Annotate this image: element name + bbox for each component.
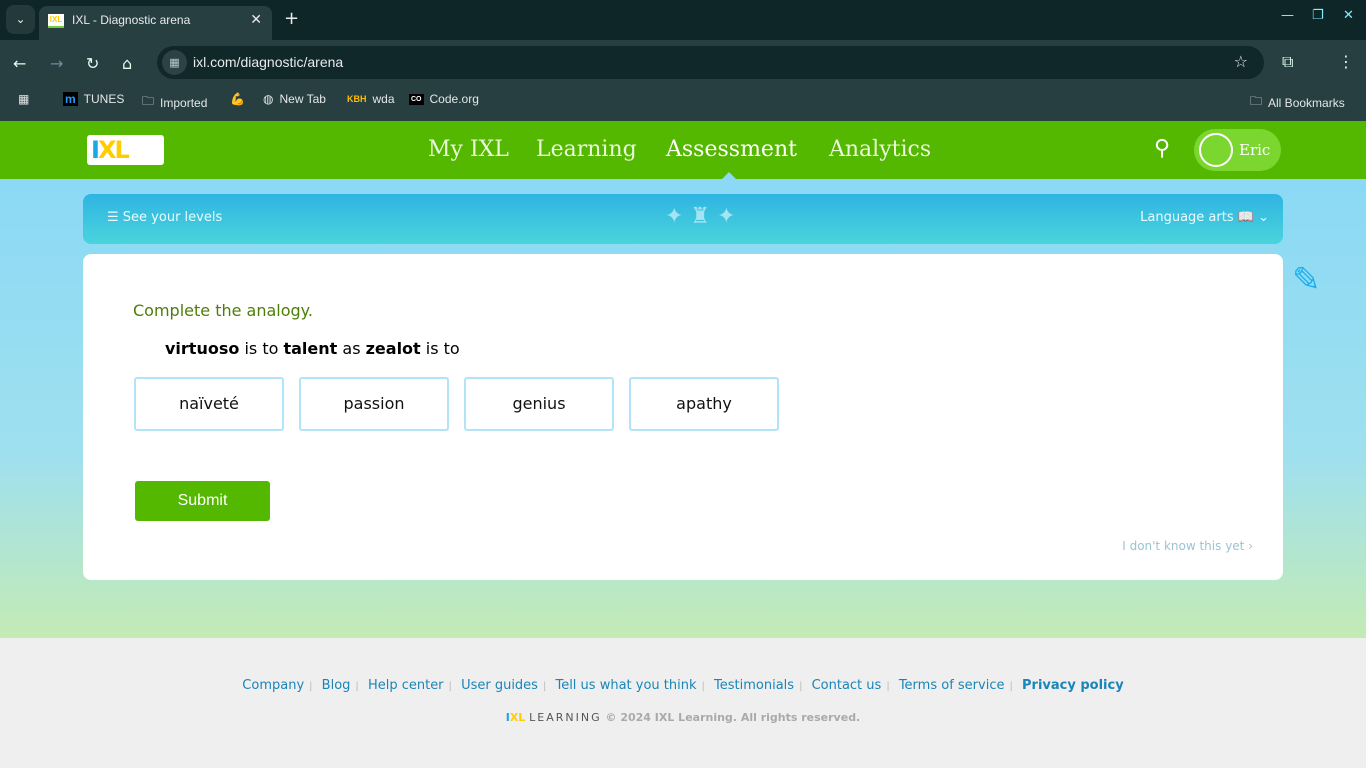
all-bookmarks[interactable]: 🗀 All Bookmarks [1250, 92, 1345, 113]
tab-title: IXL - Diagnostic arena [72, 13, 191, 27]
see-levels-button[interactable]: ☰ See your levels [107, 210, 222, 225]
ixl-footer-logo: IXL [505, 711, 526, 724]
site-info-icon[interactable]: ▦ [162, 50, 187, 75]
footer-link[interactable]: Privacy policy [1022, 678, 1124, 693]
bookmark-label: All Bookmarks [1268, 95, 1345, 110]
browser-tab[interactable]: IXL IXL - Diagnostic arena ✕ [39, 6, 272, 40]
analogy-text: virtuoso is to talent as zealot is to [165, 339, 460, 358]
dont-know-link[interactable]: I don't know this yet › [1122, 539, 1253, 553]
footer-links: Company | Blog | Help center | User guides |… [242, 678, 1124, 693]
bookmark-imported[interactable]: 🗀 Imported [142, 92, 207, 113]
menu-icon[interactable]: ⋮ [1338, 52, 1354, 71]
text: is to [420, 339, 460, 358]
reload-icon[interactable]: ↻ [86, 54, 99, 73]
arena-banner: ☰ See your levels ✦ ♜ ✦ Language arts 📖 … [83, 194, 1283, 244]
copyright-text: © 2024 IXL Learning. All rights reserved… [605, 711, 861, 724]
answer-option[interactable]: passion [299, 377, 449, 431]
text: as [337, 339, 366, 358]
user-name: Eric [1239, 141, 1271, 159]
footer-link[interactable]: Testimonials [714, 678, 794, 693]
close-tab-icon[interactable]: ✕ [250, 11, 262, 28]
sliders-icon: ☰ [107, 210, 119, 225]
avatar [1199, 133, 1233, 167]
kbh-icon: KBH [347, 94, 367, 104]
book-icon: 📖 [1237, 210, 1254, 225]
bookmark-star-icon[interactable]: ☆ [1234, 52, 1248, 71]
globe-icon: ◍ [263, 92, 274, 106]
apps-icon[interactable]: ▦ [18, 92, 29, 106]
bookmark-new-tab[interactable]: ◍ New Tab [263, 92, 326, 106]
bookmark-biceps[interactable]: 💪 [230, 92, 245, 106]
footer-link[interactable]: Tell us what you think [555, 678, 696, 693]
nav-assessment[interactable]: Assessment [666, 137, 797, 162]
m-icon: m [63, 92, 78, 106]
chevron-down-icon: ⌄ [1258, 210, 1269, 225]
new-tab-button[interactable]: + [284, 8, 299, 29]
active-nav-caret [722, 172, 736, 179]
ixl-favicon: IXL [48, 14, 64, 28]
footer-link[interactable]: Company [242, 678, 304, 693]
folder-icon: 🗀 [1250, 94, 1263, 108]
word: zealot [365, 339, 421, 358]
bookmark-label: Code.org [429, 92, 479, 106]
user-menu[interactable]: Eric [1194, 129, 1281, 171]
submit-button[interactable]: Submit [135, 481, 270, 521]
brand-text: LEARNING [529, 711, 602, 724]
code-org-icon: CO [409, 93, 424, 105]
footer-link[interactable]: User guides [461, 678, 538, 693]
bookmark-wda[interactable]: KBH wda [347, 92, 395, 106]
nav-analytics[interactable]: Analytics [829, 137, 931, 162]
answer-option[interactable]: apathy [629, 377, 779, 431]
bookmark-code-org[interactable]: CO Code.org [409, 92, 479, 106]
footer-link[interactable]: Help center [368, 678, 444, 693]
word: virtuoso [165, 339, 240, 358]
arena-castle-icon: ✦ ♜ ✦ [665, 204, 736, 229]
footer-link[interactable]: Terms of service [899, 678, 1005, 693]
question-card: Complete the analogy. virtuoso is to tal… [83, 254, 1283, 580]
bookmark-label: Imported [160, 95, 208, 110]
bookmark-label: wda [372, 92, 395, 106]
footer-link[interactable]: Contact us [812, 678, 882, 693]
word: talent [283, 339, 338, 358]
bookmark-label: New Tab [279, 92, 326, 106]
subject-dropdown[interactable]: Language arts 📖 ⌄ [1140, 210, 1269, 225]
subject-label: Language arts [1140, 210, 1234, 225]
bookmark-label: TUNES [83, 92, 125, 106]
ixl-logo[interactable]: IXL [87, 135, 164, 165]
question-prompt: Complete the analogy. [133, 301, 313, 320]
browser-toolbar: ← → ↻ ⌂ ▦ ixl.com/diagnostic/arena ☆ ⧉ ⋮… [0, 40, 1366, 121]
home-icon[interactable]: ⌂ [122, 54, 132, 73]
footer-link[interactable]: Blog [322, 678, 351, 693]
extensions-icon[interactable]: ⧉ [1282, 52, 1293, 72]
forward-icon[interactable]: → [50, 54, 63, 73]
address-bar[interactable]: ▦ ixl.com/diagnostic/arena ☆ [157, 46, 1264, 79]
text: is to [239, 339, 284, 358]
tab-search-button[interactable]: ⌄ [6, 5, 35, 34]
answer-option[interactable]: naïveté [134, 377, 284, 431]
url-text[interactable]: ixl.com/diagnostic/arena [193, 54, 343, 70]
back-icon[interactable]: ← [13, 54, 26, 73]
bookmark-tunes[interactable]: m TUNES [63, 92, 124, 106]
pencil-icon[interactable]: ✎ [1292, 260, 1321, 300]
nav-learning[interactable]: Learning [536, 137, 637, 162]
minimize-icon[interactable]: — [1281, 8, 1294, 23]
folder-icon: 🗀 [142, 94, 155, 108]
see-levels-label: See your levels [122, 210, 223, 225]
flexed-biceps-icon: 💪 [230, 92, 245, 106]
tab-strip: ⌄ IXL IXL - Diagnostic arena ✕ + — ❐ ✕ [0, 0, 1366, 40]
nav-my-ixl[interactable]: My IXL [428, 137, 509, 162]
copyright: IXL LEARNING © 2024 IXL Learning. All ri… [0, 711, 1366, 724]
search-icon[interactable]: ⚲ [1154, 136, 1170, 161]
restore-icon[interactable]: ❐ [1312, 8, 1324, 23]
close-window-icon[interactable]: ✕ [1343, 8, 1354, 23]
answer-option[interactable]: genius [464, 377, 614, 431]
